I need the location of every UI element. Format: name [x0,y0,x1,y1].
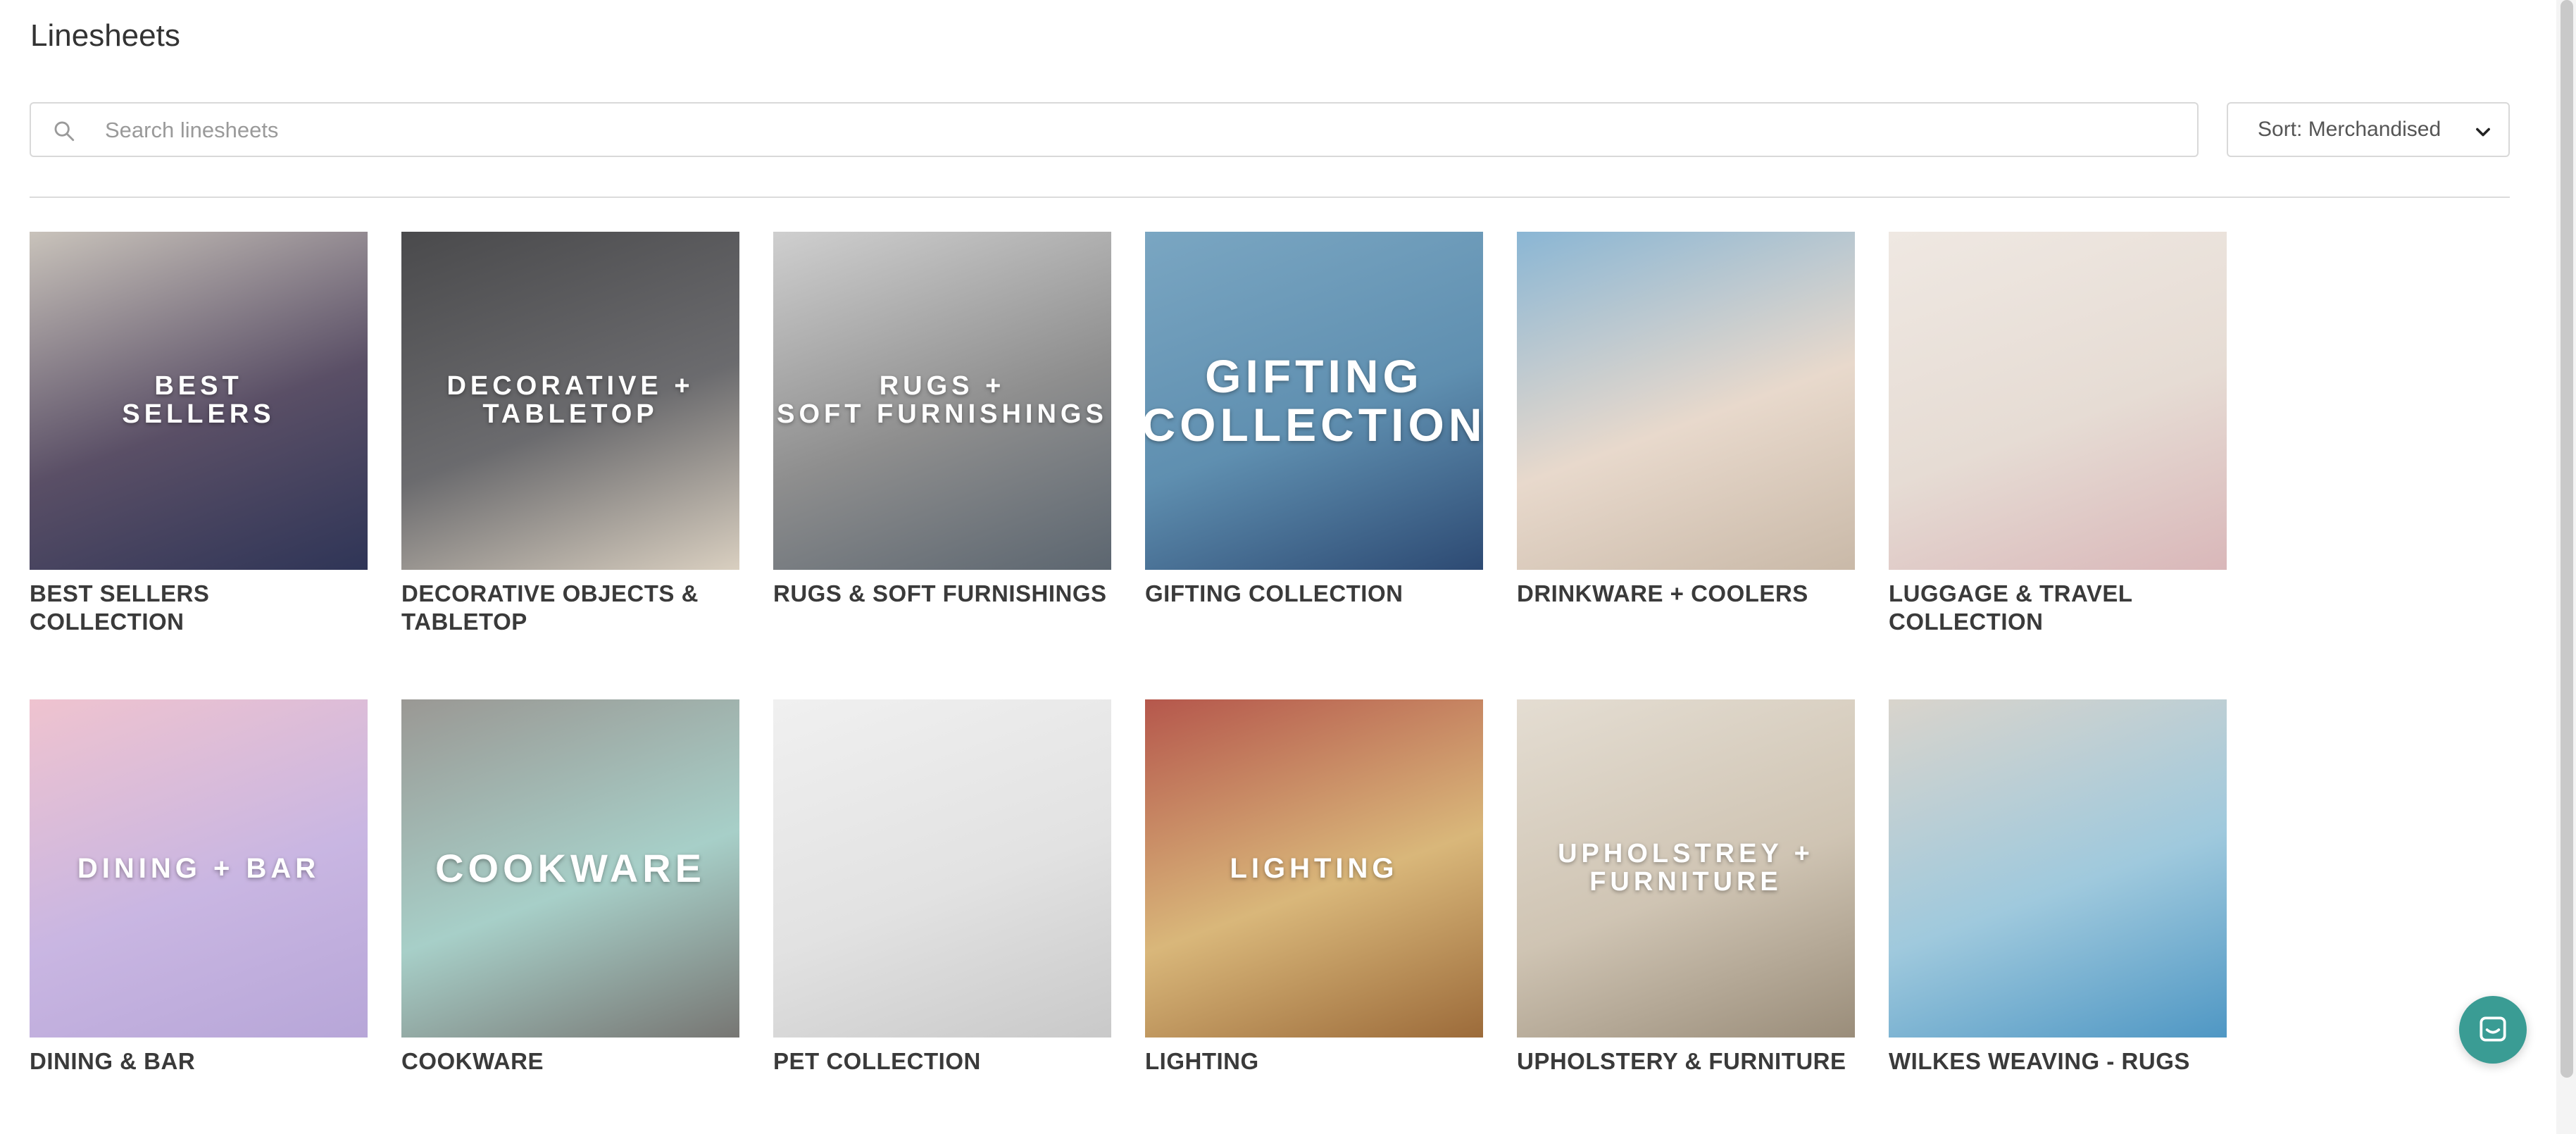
card-overlay-text: LIGHTING [1230,853,1399,884]
linesheet-card-luggage[interactable]: LUGGAGE & TRAVEL COLLECTION [1889,232,2227,636]
card-title[interactable]: DRINKWARE + COOLERS [1517,580,1855,608]
card-thumbnail[interactable]: DINING + BAR [30,699,368,1038]
linesheets-page: Linesheets Sort: Merchandised BEST SELLE… [0,0,2576,1134]
card-thumbnail[interactable] [773,699,1111,1038]
card-thumbnail[interactable]: DECORATIVE + TABLETOP [401,232,739,570]
card-thumbnail[interactable] [1517,232,1855,570]
card-title[interactable]: DECORATIVE OBJECTS & TABLETOP [401,580,739,636]
card-overlay-text: COOKWARE [435,845,706,890]
card-thumbnail[interactable]: COOKWARE [401,699,739,1038]
card-title[interactable]: UPHOLSTERY & FURNITURE [1517,1047,1855,1076]
card-title[interactable]: RUGS & SOFT FURNISHINGS [773,580,1111,608]
linesheet-card-lighting[interactable]: LIGHTING LIGHTING [1145,699,1483,1076]
card-overlay-text: DECORATIVE + TABLETOP [446,371,694,429]
sort-dropdown[interactable]: Sort: Merchandised [2227,102,2510,157]
chat-icon [2480,1016,2506,1042]
card-overlay-text: RUGS + SOFT FURNISHINGS [777,371,1108,429]
search-icon [54,121,75,142]
card-title[interactable]: GIFTING COLLECTION [1145,580,1483,608]
card-overlay-text: UPHOLSTREY + FURNITURE [1558,839,1814,897]
card-title[interactable]: BEST SELLERS COLLECTION [30,580,368,636]
linesheet-card-cookware[interactable]: COOKWARE COOKWARE [401,699,739,1076]
search-box[interactable] [30,102,2199,157]
card-overlay-text: BEST SELLERS [122,371,275,429]
linesheet-card-dining[interactable]: DINING + BAR DINING & BAR [30,699,368,1076]
card-thumbnail[interactable]: UPHOLSTREY + FURNITURE [1517,699,1855,1038]
chevron-down-icon [2476,127,2490,137]
page-scrollbar[interactable] [2556,0,2576,1134]
linesheet-card-decorative[interactable]: DECORATIVE + TABLETOP DECORATIVE OBJECTS… [401,232,739,636]
card-title[interactable]: DINING & BAR [30,1047,368,1076]
page-title: Linesheets [30,18,180,53]
card-title[interactable]: PET COLLECTION [773,1047,1111,1076]
card-thumbnail[interactable]: LIGHTING [1145,699,1483,1038]
search-input[interactable] [105,111,2175,150]
card-title[interactable]: WILKES WEAVING - RUGS [1889,1047,2227,1076]
linesheet-card-wilkes-weaving[interactable]: WILKES WEAVING - RUGS [1889,699,2227,1076]
scrollbar-thumb[interactable] [2561,0,2573,1078]
linesheet-card-upholstery[interactable]: UPHOLSTREY + FURNITURE UPHOLSTERY & FURN… [1517,699,1855,1076]
card-thumbnail[interactable] [1889,232,2227,570]
linesheet-card-rugs[interactable]: RUGS + SOFT FURNISHINGS RUGS & SOFT FURN… [773,232,1111,608]
card-overlay-text: DINING + BAR [77,853,320,884]
divider [30,197,2510,198]
chat-launcher-button[interactable] [2459,996,2527,1064]
linesheet-card-drinkware[interactable]: DRINKWARE + COOLERS [1517,232,1855,608]
card-overlay-text: GIFTING COLLECTION [1145,349,1483,451]
linesheet-card-gifting[interactable]: GIFTING COLLECTION GIFTING COLLECTION [1145,232,1483,608]
card-thumbnail[interactable]: GIFTING COLLECTION [1145,232,1483,570]
card-title[interactable]: LUGGAGE & TRAVEL COLLECTION [1889,580,2227,636]
linesheet-card-pet[interactable]: PET COLLECTION [773,699,1111,1076]
card-title[interactable]: LIGHTING [1145,1047,1483,1076]
card-title[interactable]: COOKWARE [401,1047,739,1076]
card-thumbnail[interactable]: BEST SELLERS [30,232,368,570]
sort-label: Sort: Merchandised [2258,118,2441,141]
linesheet-card-best-sellers[interactable]: BEST SELLERS BEST SELLERS COLLECTION [30,232,368,636]
card-thumbnail[interactable]: RUGS + SOFT FURNISHINGS [773,232,1111,570]
card-thumbnail[interactable] [1889,699,2227,1038]
